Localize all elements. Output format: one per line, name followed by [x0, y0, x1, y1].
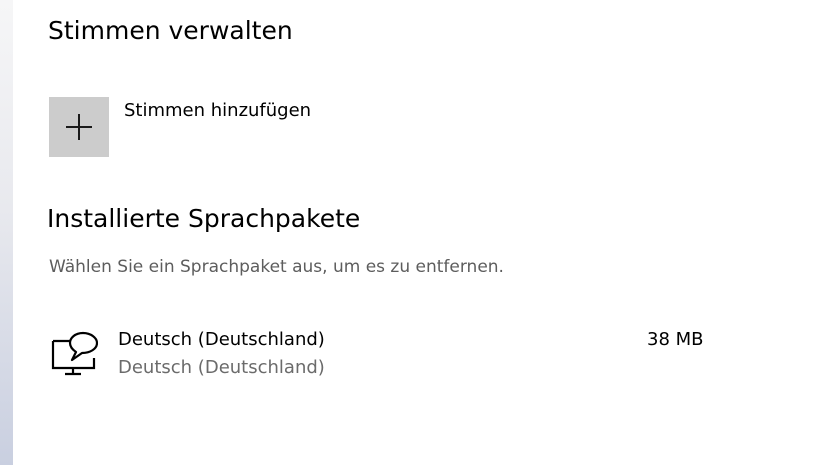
pack-name: Deutsch (Deutschland) [118, 329, 325, 350]
pack-size: 38 MB [647, 329, 704, 350]
manage-voices-heading: Stimmen verwalten [48, 16, 293, 45]
add-voices-label[interactable]: Stimmen hinzufügen [124, 100, 311, 121]
pack-subtitle: Deutsch (Deutschland) [118, 357, 325, 378]
installed-packs-heading: Installierte Sprachpakete [47, 204, 361, 233]
add-voices-button[interactable] [49, 97, 109, 157]
remove-pack-hint: Wählen Sie ein Sprachpaket aus, um es zu… [49, 257, 504, 277]
language-pack-item[interactable]: Deutsch (Deutschland) Deutsch (Deutschla… [40, 320, 730, 390]
speech-monitor-icon [51, 331, 98, 376]
left-edge-panel [0, 0, 13, 465]
